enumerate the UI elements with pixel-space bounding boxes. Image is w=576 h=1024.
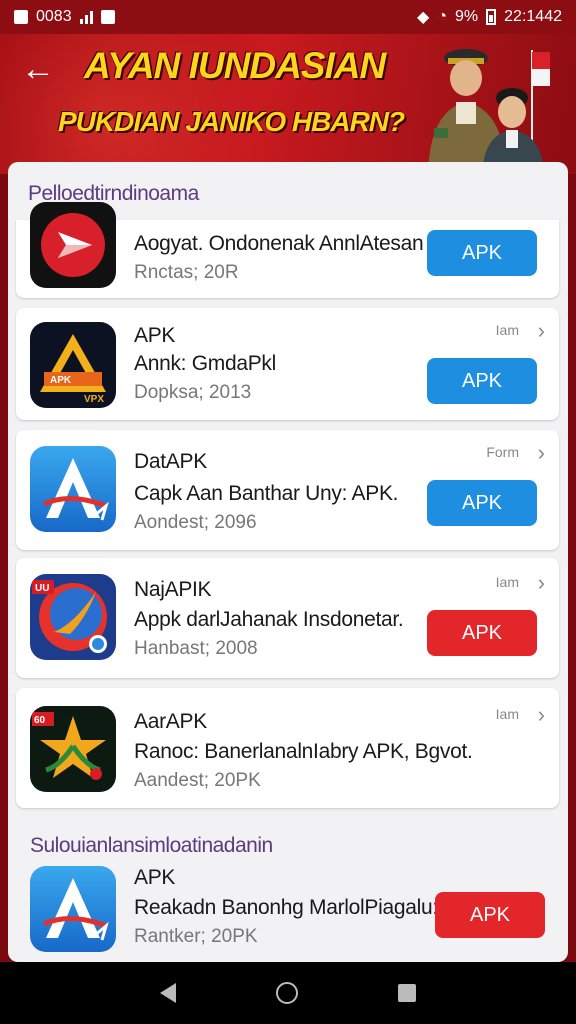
nav-home-icon[interactable] (276, 982, 298, 1004)
bird-logo-icon: UU (30, 574, 116, 660)
apk-download-button[interactable]: APK (427, 230, 537, 276)
blue-a-icon (30, 446, 116, 532)
chevron-right-icon[interactable]: › (538, 440, 545, 466)
section-title-suggested: Sulouianlansimloatinadanin (30, 834, 273, 857)
wifi-icon: ◔ (437, 8, 448, 25)
app-description: Aogyat. Ondonenak AnnlAtesan (134, 232, 424, 255)
svg-text:UU: UU (35, 583, 49, 594)
banner-title: AYAN IUNDASIAN (84, 45, 386, 86)
app-name: NajAPIK (134, 578, 212, 601)
svg-text:60: 60 (34, 715, 46, 726)
star-leaf-icon: 60 (30, 706, 116, 792)
status-left: 0083 (14, 8, 115, 26)
red-play-icon (30, 202, 116, 288)
suggested-section: Sulouianlansimloatinadanin APK Reakadn B… (16, 818, 559, 962)
apk-download-button[interactable]: APK (435, 892, 545, 938)
app-meta: Rnctas; 20R (134, 262, 239, 283)
app-name: APK (134, 866, 176, 889)
status-bar: 0083 ◆ ◔ 9% 22:1442 (0, 0, 576, 34)
app-name: DatAPK (134, 450, 207, 473)
app-row[interactable]: DatAPK Capk Aan Banthar Uny: APK. Aondes… (16, 430, 559, 550)
app-name: APK (134, 324, 176, 347)
alarm-icon: ◆ (417, 9, 430, 26)
app-description: Capk Aan Banthar Uny: APK. (134, 482, 399, 505)
status-right: ◆ ◔ 9% 22:1442 (417, 7, 562, 27)
app-tag: Iam (495, 322, 519, 338)
app-meta: Rantker; 20PK (134, 926, 258, 947)
vpx-triangle-icon: APK VPX (30, 322, 116, 408)
chevron-right-icon[interactable]: › (538, 570, 545, 596)
battery-icon (486, 9, 497, 25)
app-description: Appk darlJahanak Insdonetar. (134, 608, 404, 631)
app-tag: Form (486, 444, 519, 460)
chevron-right-icon[interactable]: › (538, 318, 545, 344)
app-name: AarAPK (134, 710, 207, 733)
status-left-text: 0083 (36, 8, 72, 25)
app-meta: Aandest; 20PK (134, 770, 261, 791)
app-tag: Iam (495, 574, 519, 590)
app-row[interactable]: APK VPX APK Annk: GmdaPkl Dopksa; 2013 I… (16, 308, 559, 420)
apk-download-button[interactable]: APK (427, 610, 537, 656)
svg-text:VPX: VPX (84, 394, 104, 405)
app-meta: Hanbast; 2008 (134, 638, 258, 659)
navigation-bar (0, 962, 576, 1024)
apk-download-button[interactable]: APK (427, 358, 537, 404)
chevron-right-icon[interactable]: › (538, 702, 545, 728)
nav-recent-apps-icon[interactable] (398, 984, 416, 1002)
app-meta: Dopksa; 2013 (134, 382, 252, 403)
back-button[interactable]: ← (20, 52, 56, 88)
signal-icon (79, 10, 93, 24)
officers-illustration (428, 49, 550, 174)
app-tag: Iam (495, 706, 519, 722)
app-row[interactable]: Aogyat. Ondonenak AnnlAtesan Rnctas; 20R… (16, 202, 559, 298)
app-notification-icon (100, 10, 115, 24)
app-row[interactable]: APK Reakadn Banonhg MarlolPiagalu: Rantk… (16, 862, 559, 962)
app-description: Ranoc: BanerlanalnIabry APK, Bgvot. (134, 740, 473, 763)
banner-subtitle: PUKDIAN JANIKO HBARN? (58, 106, 405, 137)
app-list-card: Pelloedtirndinoama Aogyat. Ondonenak Ann… (8, 162, 568, 962)
app-row[interactable]: 60 AarAPK Ranoc: BanerlanalnIabry APK, B… (16, 688, 559, 808)
clock: 22:1442 (504, 8, 562, 25)
app-meta: Aondest; 2096 (134, 512, 257, 533)
svg-text:APK: APK (50, 375, 72, 386)
app-row[interactable]: UU NajAPIK Appk darlJahanak Insdonetar. … (16, 558, 559, 678)
header-banner: ← AYAN IUNDASIAN PUKDIAN JANIKO HBARN? (0, 34, 576, 174)
image-icon (14, 10, 28, 24)
app-description: Annk: GmdaPkl (134, 352, 276, 375)
blue-a-icon (30, 866, 116, 952)
back-arrow-icon: ← (21, 50, 55, 88)
app-description: Reakadn Banonhg MarlolPiagalu: (134, 896, 438, 919)
nav-back-icon[interactable] (160, 983, 176, 1003)
battery-percent: 9% (455, 8, 479, 25)
apk-download-button[interactable]: APK (427, 480, 537, 526)
